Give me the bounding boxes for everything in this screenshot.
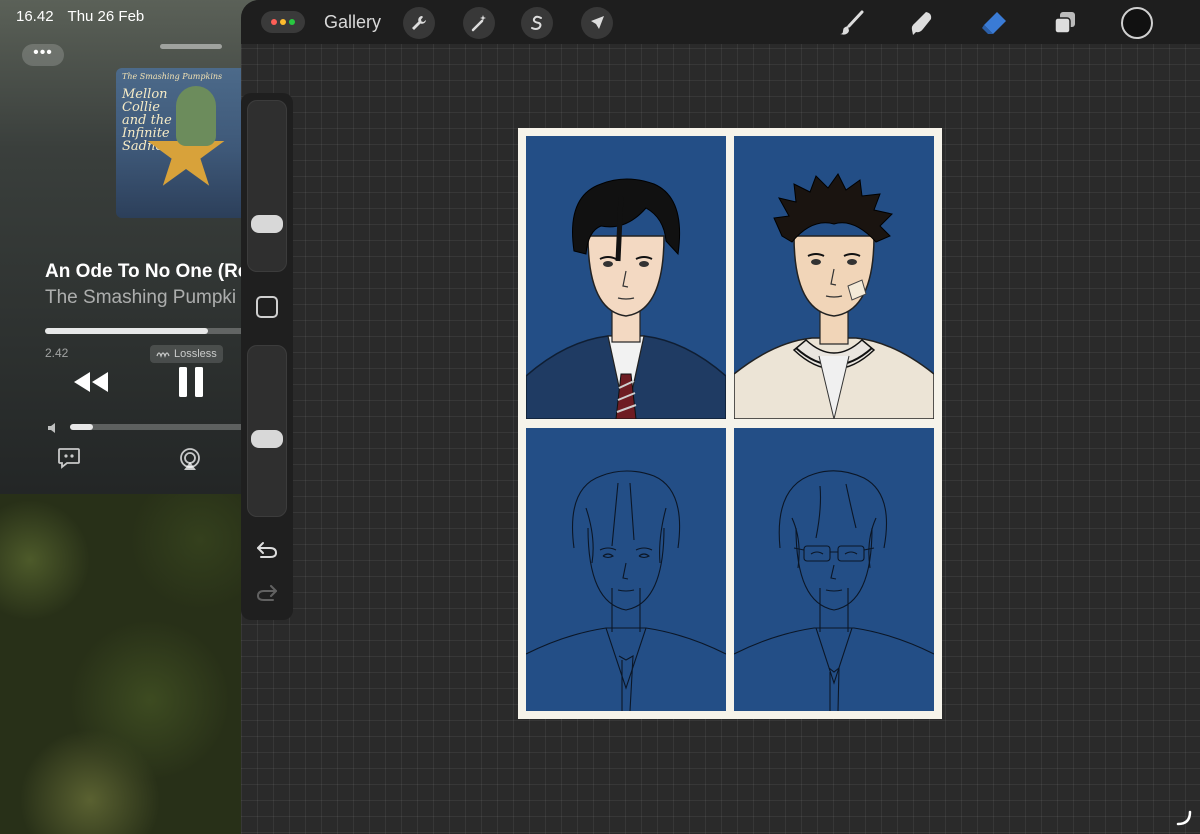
widget-grabber[interactable] bbox=[160, 44, 222, 49]
portrait-panel-3 bbox=[526, 428, 726, 711]
rewind-icon[interactable] bbox=[72, 370, 110, 394]
minimize-dot-icon[interactable] bbox=[280, 19, 286, 25]
opacity-knob[interactable] bbox=[251, 430, 283, 449]
transform-button[interactable] bbox=[581, 7, 613, 39]
volume-fill bbox=[70, 424, 93, 430]
magic-wand-icon bbox=[471, 15, 486, 32]
portrait-dark-hair-drawing bbox=[526, 178, 726, 419]
portrait-panel-4 bbox=[734, 428, 934, 711]
elapsed-time: 2.42 bbox=[45, 346, 69, 360]
screen: ••• The Smashing Pumpkins Mellon Collie … bbox=[0, 0, 1200, 834]
lossless-wave-icon bbox=[156, 352, 170, 358]
transform-arrow-icon bbox=[591, 16, 604, 29]
lossless-badge[interactable]: Lossless bbox=[150, 345, 223, 363]
brush-tool[interactable] bbox=[835, 6, 869, 40]
top-toolbar: Gallery bbox=[241, 0, 1200, 44]
quick-menu-corner-icon[interactable] bbox=[1176, 810, 1192, 826]
progress-fill bbox=[45, 328, 208, 334]
lyrics-icon[interactable] bbox=[57, 447, 81, 469]
layers-tool[interactable] bbox=[1048, 6, 1082, 40]
airplay-icon[interactable] bbox=[178, 447, 202, 471]
album-band-text: The Smashing Pumpkins bbox=[122, 72, 223, 81]
volume-low-icon bbox=[48, 423, 55, 433]
actions-button[interactable] bbox=[403, 7, 435, 39]
gallery-button[interactable]: Gallery bbox=[324, 12, 381, 33]
portrait-lineart-glasses-drawing bbox=[734, 470, 934, 711]
brush-size-slider[interactable] bbox=[247, 100, 287, 272]
pause-icon[interactable] bbox=[177, 366, 205, 398]
eraser-icon bbox=[982, 12, 1006, 34]
side-bar bbox=[241, 93, 293, 620]
portrait-lineart-1-drawing bbox=[526, 470, 726, 711]
portrait-panel-2 bbox=[734, 136, 934, 419]
song-title[interactable]: An Ode To No One (Re bbox=[45, 261, 248, 283]
status-date: Thu 26 Feb bbox=[67, 8, 145, 25]
brush-icon bbox=[840, 10, 864, 35]
selection-button[interactable] bbox=[521, 7, 553, 39]
zoom-dot-icon[interactable] bbox=[289, 19, 295, 25]
modify-button[interactable] bbox=[256, 296, 278, 318]
artwork[interactable] bbox=[518, 128, 942, 719]
brush-size-knob[interactable] bbox=[251, 215, 283, 233]
lossless-label: Lossless bbox=[174, 348, 217, 360]
artist-name[interactable]: The Smashing Pumpki bbox=[45, 287, 236, 309]
portrait-spiky-hair-drawing bbox=[734, 173, 934, 419]
opacity-slider[interactable] bbox=[247, 345, 287, 517]
adjustments-button[interactable] bbox=[463, 7, 495, 39]
eraser-tool[interactable] bbox=[977, 6, 1011, 40]
smudge-tool[interactable] bbox=[905, 6, 939, 40]
status-bar: 16.42 Thu 26 Feb bbox=[16, 8, 144, 25]
color-picker-button[interactable] bbox=[1121, 7, 1153, 39]
redo-icon[interactable] bbox=[255, 583, 279, 603]
smudge-icon bbox=[911, 12, 932, 35]
undo-icon[interactable] bbox=[255, 540, 279, 560]
selection-icon bbox=[531, 15, 542, 30]
layers-icon bbox=[1054, 12, 1075, 34]
window-controls[interactable] bbox=[261, 11, 305, 33]
portrait-panel-1 bbox=[526, 136, 726, 419]
album-figure-shape bbox=[176, 86, 216, 146]
close-dot-icon[interactable] bbox=[271, 19, 277, 25]
status-time: 16.42 bbox=[16, 8, 54, 25]
wrench-icon bbox=[412, 16, 426, 30]
more-options-button[interactable]: ••• bbox=[22, 44, 64, 66]
